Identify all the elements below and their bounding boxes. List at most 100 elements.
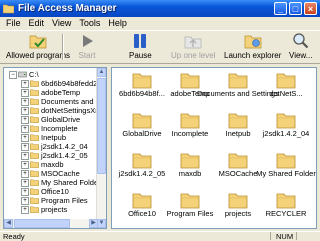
menu-tools[interactable]: Tools [75,18,104,28]
folder-icon [228,113,248,129]
scroll-left-icon[interactable]: ◀ [4,219,13,228]
folder-item-label: Inetpub [225,129,251,138]
folder-item-label: Program Files [166,209,214,218]
folder-item[interactable]: maxdb [166,152,214,186]
folder-item[interactable]: dotNetS... [262,72,310,106]
tree-item-label: maxdb [41,160,64,169]
tree-item[interactable]: + Inetpub [4,133,98,142]
close-button[interactable]: × [304,2,317,15]
folder-icon [30,161,39,168]
scroll-thumb[interactable] [97,78,106,174]
maximize-button[interactable]: □ [289,2,302,15]
expand-icon[interactable]: + [21,116,29,124]
folder-item[interactable]: Inetpub [214,112,262,146]
tree-item-label: Program Files [41,196,88,205]
minimize-button[interactable]: _ [274,2,287,15]
folder-item-label: j2sdk1.4.2_05 [118,169,166,178]
expand-icon[interactable]: + [21,179,29,187]
folder-icon [180,113,200,129]
expand-icon[interactable]: + [21,161,29,169]
folder-icon [180,153,200,169]
view-button[interactable]: View... [289,32,312,63]
scroll-down-icon[interactable]: ▼ [97,219,106,228]
tree-item[interactable]: + Incomplete [4,124,98,133]
launch-explorer-button[interactable]: Launch explorer [224,32,281,63]
expand-icon[interactable]: + [21,98,29,106]
allowed-programs-button[interactable]: Allowed programs [6,32,70,63]
folder-item[interactable]: My Shared Folder [256,152,316,186]
folder-icon [132,153,152,169]
scroll-thumb[interactable] [14,219,70,228]
tree-item[interactable]: + maxdb [4,160,98,169]
tree-item[interactable]: +dotNetSettingsXmlPat [4,106,106,115]
start-label: Start [78,51,96,60]
menu-view[interactable]: View [48,18,75,28]
scroll-up-icon[interactable]: ▲ [97,68,106,77]
expand-icon[interactable]: + [21,80,29,88]
folder-item[interactable]: GlobalDrive [118,112,166,146]
folder-icon [276,193,296,209]
tree-items: − C:\ +6bd6b94b8fedd279... + adobeTemp + Doc… [4,70,106,214]
folder-icon [180,193,200,209]
expand-icon[interactable]: + [21,125,29,133]
explorer-folder-icon [244,35,262,49]
expand-icon[interactable]: + [21,107,29,115]
folder-item[interactable]: Incomplete [166,112,214,146]
tree-item[interactable]: + j2sdk1.4.2_04 [4,142,98,151]
folder-icon [276,73,296,89]
menu-file[interactable]: File [2,18,25,28]
collapse-icon[interactable]: − [9,71,17,79]
folder-item-label: Incomplete [171,129,209,138]
up-folder-icon [184,36,202,49]
up-one-level-label: Up one level [171,51,216,60]
start-button[interactable]: Start [78,32,96,63]
tree-item[interactable]: + adobeTemp [4,88,98,97]
folder-item[interactable]: RECYCLER [262,192,310,226]
tree-item[interactable]: +Documents and Settin [4,97,106,106]
folder-item[interactable]: 6bd6b94b8f... [118,72,166,106]
scroll-right-icon[interactable]: ▶ [89,219,98,228]
pause-button[interactable]: Pause [129,32,152,63]
tree-vertical-scrollbar[interactable]: ▲ ▼ [96,68,106,228]
tree-item-root[interactable]: − C:\ [4,70,98,79]
up-one-level-button[interactable]: Up one level [171,32,215,63]
folder-item[interactable]: Office10 [118,192,166,226]
folder-tree[interactable]: − C:\ +6bd6b94b8fedd279... + adobeTemp + Doc… [3,67,107,229]
expand-icon[interactable]: + [21,134,29,142]
folder-item[interactable]: MSOCache [214,152,262,186]
expand-icon[interactable]: + [21,143,29,151]
folder-icon [132,73,152,89]
expand-icon[interactable]: + [21,152,29,160]
drive-icon [18,71,27,78]
tree-item[interactable]: + projects [4,205,98,214]
folder-item[interactable]: j2sdk1.4.2_05 [118,152,166,186]
expand-icon[interactable]: + [21,170,29,178]
menu-help[interactable]: Help [104,18,131,28]
tree-item[interactable]: +6bd6b94b8fedd279... [4,79,106,88]
tree-item[interactable]: + My Shared Folder [4,178,101,187]
tree-item[interactable]: + Office10 [4,187,98,196]
tree-item[interactable]: + Program Files [4,196,98,205]
menu-edit[interactable]: Edit [25,18,49,28]
folder-item-label: Office10 [128,209,156,218]
menu-bar: File Edit View Tools Help [0,17,320,29]
folder-item[interactable]: j2sdk1.4.2_04 [262,112,310,146]
tree-item[interactable]: + j2sdk1.4.2_05 [4,151,98,160]
folder-icon [30,80,39,87]
folder-item-label: dotNetS... [269,89,303,98]
expand-icon[interactable]: + [21,197,29,205]
expand-icon[interactable]: + [21,89,29,97]
expand-icon[interactable]: + [21,206,29,214]
tree-horizontal-scrollbar[interactable]: ◀ ▶ [4,219,98,228]
folder-content-pane[interactable]: 6bd6b94b8f... adobeTemp Documents and Sett… [111,67,317,229]
magnifier-icon [293,33,308,49]
tree-item[interactable]: + MSOCache [4,169,98,178]
folder-item[interactable]: projects [214,192,262,226]
folder-icon [276,113,296,129]
folder-item[interactable]: Program Files [166,192,214,226]
expand-icon[interactable]: + [21,188,29,196]
folder-icon [30,206,39,213]
tree-item[interactable]: + GlobalDrive [4,115,98,124]
folder-item[interactable]: Documents and Settings [197,72,279,106]
tree-item-label: Incomplete [41,124,78,133]
